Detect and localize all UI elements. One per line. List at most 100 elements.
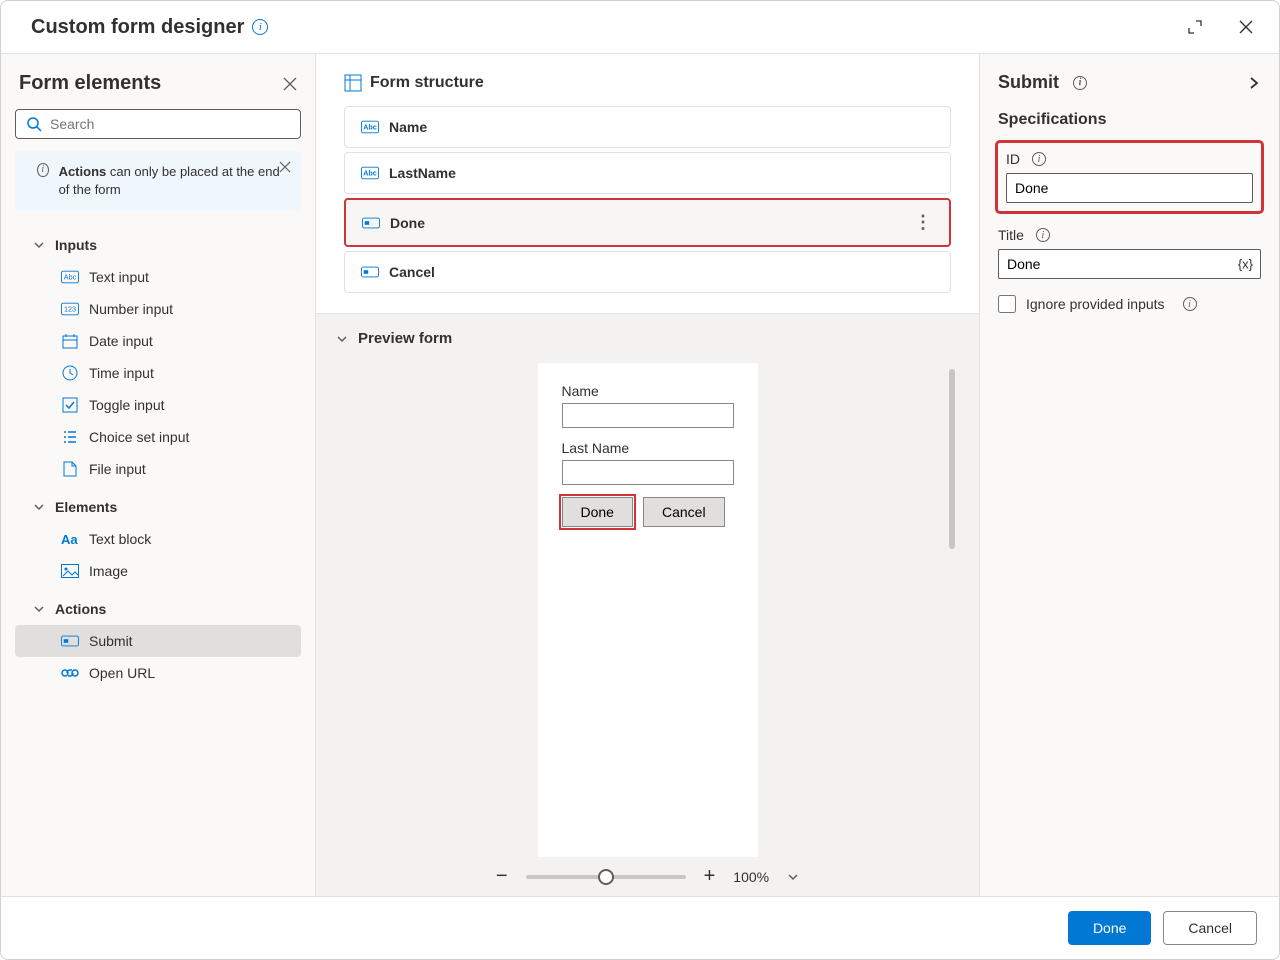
tree-group-elements[interactable]: Elements [15,491,301,523]
clock-icon [61,365,79,381]
title-info-icon[interactable]: i [252,19,268,35]
struct-row-cancel[interactable]: Cancel [344,251,951,293]
ignore-inputs-checkbox[interactable] [998,295,1016,313]
preview-lastname-label: Last Name [562,440,734,456]
123-icon: 123 [61,301,79,317]
chevron-down-icon [33,603,47,615]
tree-group-actions[interactable]: Actions [15,593,301,625]
struct-row-lastname[interactable]: Abc LastName [344,152,951,194]
search-input[interactable] [15,109,301,139]
tree-item-text-input[interactable]: AbcText input [15,261,301,293]
zoom-value: 100% [733,869,769,885]
svg-text:Abc: Abc [363,123,377,132]
tree-group-inputs[interactable]: Inputs [15,229,301,261]
notice-close-icon[interactable] [279,161,291,173]
tree-item-label: Date input [89,333,153,349]
properties-title: Submit [998,72,1059,93]
zoom-out-button[interactable]: − [496,865,508,888]
tree-item-label: Open URL [89,665,155,681]
title-input[interactable] [998,249,1261,279]
check-icon [61,397,79,413]
preview-scrollbar[interactable] [949,369,955,549]
id-input[interactable] [1006,173,1253,203]
preview-done-button[interactable]: Done [562,497,633,527]
expand-icon[interactable] [1183,15,1207,39]
done-button[interactable]: Done [1068,911,1151,945]
preview-cancel-button[interactable]: Cancel [643,497,725,527]
title-label: Title [998,227,1024,243]
preview-title: Preview form [358,330,452,347]
ignore-inputs-row[interactable]: Ignore provided inputs i [998,295,1261,313]
panel-close-icon[interactable] [283,77,297,91]
tree-item-label: Text block [89,531,151,547]
tree-item-label: Submit [89,633,133,649]
search-field[interactable] [50,116,290,132]
tree-item-label: Time input [89,365,154,381]
svg-text:Abc: Abc [64,273,77,282]
zoom-chevron-icon[interactable] [787,871,799,883]
preview-card: Name Last Name Done Cancel [538,363,758,857]
properties-info-icon[interactable]: i [1073,76,1087,90]
struct-row-label: LastName [389,165,456,181]
struct-row-done[interactable]: Done ⋮ [344,198,951,247]
struct-row-label: Done [390,215,425,231]
tree-item-toggle-input[interactable]: Toggle input [15,389,301,421]
dialog-footer: Done Cancel [1,896,1279,959]
cancel-button[interactable]: Cancel [1163,911,1257,945]
structure-list: AbcNameAbcLastNameDone⋮Cancel [344,106,951,293]
tree-item-text-block[interactable]: Aa Text block [15,523,301,555]
struct-row-name[interactable]: AbcName [344,106,951,148]
designer-window: Custom form designer i Form elements [0,0,1280,960]
preview-header[interactable]: Preview form [336,330,959,347]
list-icon [61,429,79,445]
id-info-icon[interactable]: i [1032,152,1046,166]
zoom-thumb[interactable] [598,869,614,885]
tree-item-label: Image [89,563,128,579]
tree-item-label: Choice set input [89,429,189,445]
fx-badge[interactable]: {x} [1238,257,1253,272]
tree-item-file-input[interactable]: File input [15,453,301,485]
tree-item-date-input[interactable]: Date input [15,325,301,357]
form-structure-header: Form structure [344,74,951,92]
properties-collapse-icon[interactable] [1247,76,1261,90]
structure-icon [344,74,362,92]
zoom-bar: − + 100% [336,857,959,888]
submit-icon [362,215,380,231]
ignore-inputs-label: Ignore provided inputs [1026,296,1165,312]
notice-info-icon: i [37,163,49,177]
title-info-icon[interactable]: i [1036,228,1050,242]
abc-icon: Abc [61,269,79,285]
ignore-info-icon[interactable]: i [1183,297,1197,311]
close-icon[interactable] [1235,15,1257,39]
calendar-icon [61,333,79,349]
abc-icon: Abc [361,165,379,181]
svg-text:123: 123 [64,305,76,314]
specifications-title: Specifications [998,111,1261,129]
form-elements-title: Form elements [19,72,161,95]
titlebar: Custom form designer i [1,1,1279,54]
window-title: Custom form designer [31,16,244,39]
tree-item-time-input[interactable]: Time input [15,357,301,389]
elements-tree: InputsAbcText input 123 Number input Date i… [15,229,301,695]
preview-lastname-input[interactable] [562,460,734,485]
more-icon[interactable]: ⋮ [914,212,933,233]
submit-icon [361,264,379,280]
tree-item-number-input[interactable]: 123 Number input [15,293,301,325]
abc-icon: Abc [361,119,379,135]
zoom-slider[interactable] [526,875,686,879]
title-field-block: Title i {x} [998,227,1261,279]
preview-name-label: Name [562,383,734,399]
tree-item-submit[interactable]: Submit [15,625,301,657]
properties-panel: Submit i Specifications ID i Title i [979,54,1279,896]
tree-item-label: File input [89,461,146,477]
svg-text:Aa: Aa [61,532,78,546]
tree-item-choice-set-input[interactable]: Choice set input [15,421,301,453]
tree-item-image[interactable]: Image [15,555,301,587]
zoom-in-button[interactable]: + [704,865,716,888]
image-icon [61,563,79,579]
tree-item-open-url[interactable]: Open URL [15,657,301,689]
center-panel: Form structure AbcNameAbcLastNameDone⋮Ca… [316,54,979,896]
chevron-down-icon [336,333,350,345]
tree-item-label: Number input [89,301,173,317]
preview-name-input[interactable] [562,403,734,428]
